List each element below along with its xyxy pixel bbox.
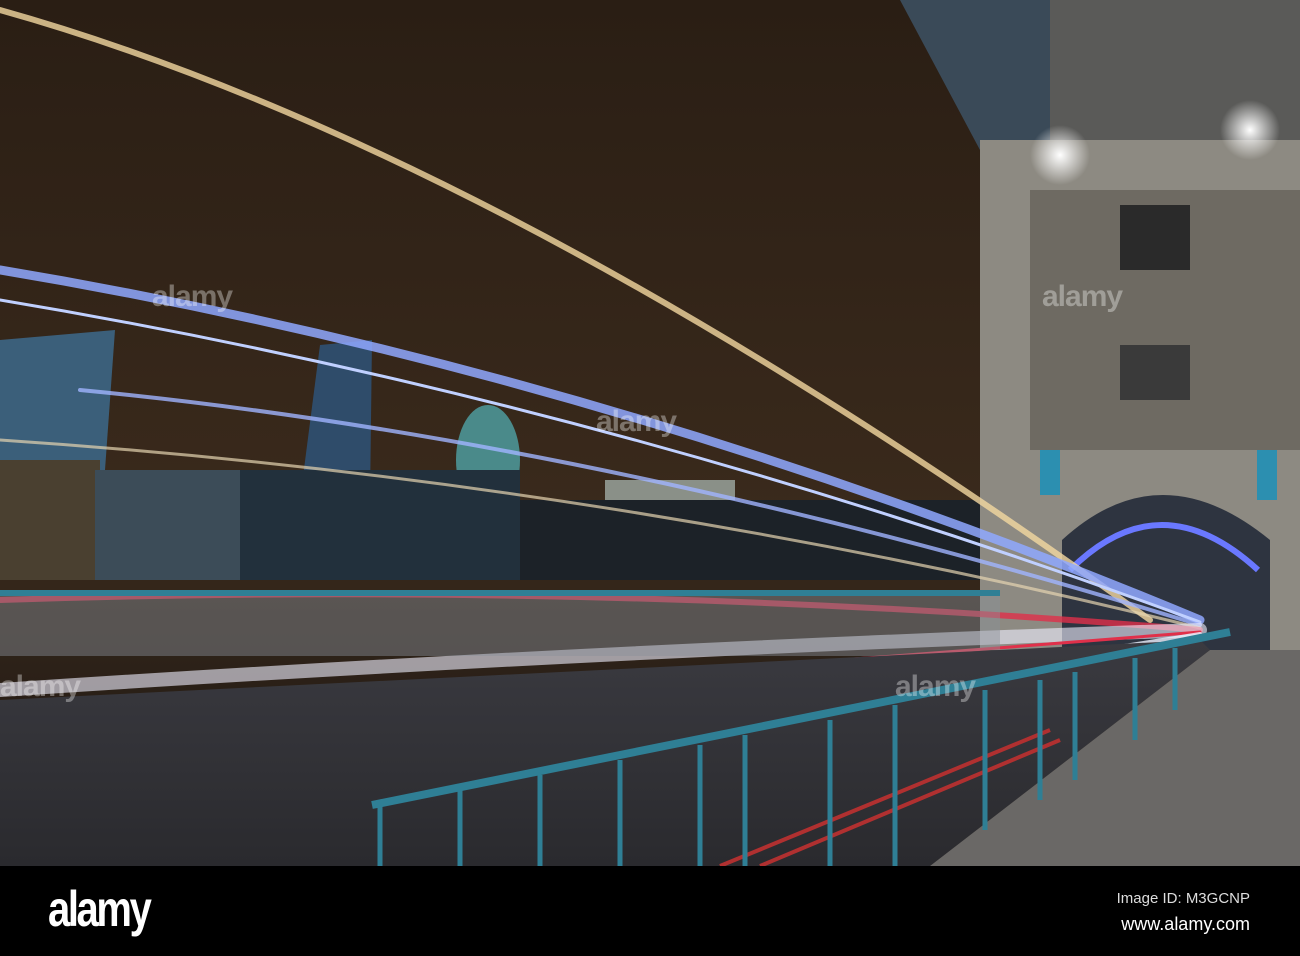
watermark-text: alamy: [152, 280, 233, 313]
watermark-text: alamy: [596, 405, 677, 438]
watermark-text: alamy: [1042, 280, 1123, 313]
image-id: Image ID: M3GCNP: [1116, 890, 1250, 907]
website-link[interactable]: www.alamy.com: [1121, 914, 1250, 935]
far-railing: [0, 590, 1000, 656]
watermark-text: alamy: [0, 670, 81, 703]
stock-photo: alamy alamy alamy alamy alamy alamy Imag…: [0, 0, 1300, 956]
watermark-text: alamy: [895, 670, 976, 703]
alamy-logo[interactable]: alamy: [48, 880, 152, 938]
footer-bar: alamy Image ID: M3GCNP www.alamy.com: [0, 866, 1300, 956]
